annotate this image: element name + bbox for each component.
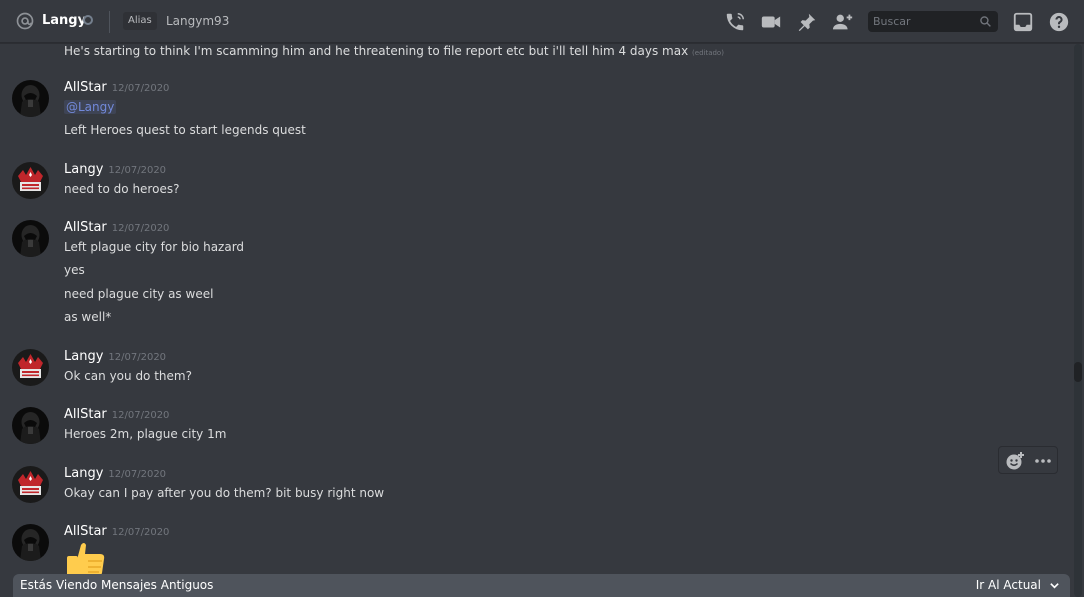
alias-tag: Alias [123,12,157,30]
message-timestamp: 12/07/2020 [108,469,167,480]
avatar-image [12,524,49,561]
message-text: Left plague city for bio hazard [64,240,245,254]
message-author[interactable]: Langy 12/07/2020 [64,349,166,364]
author-name[interactable]: Langy [64,349,103,364]
message-text: Okay can I pay after you do them? bit bu… [64,486,385,500]
inbox-icon[interactable] [1012,11,1034,33]
message-timestamp: 12/07/2020 [111,410,170,421]
search-icon [980,16,991,27]
message-text: Left Heroes quest to start legends quest [64,123,306,137]
header-divider [109,11,110,33]
author-name[interactable]: AllStar [64,407,107,422]
message-content: He's starting to think I'm scamming him … [64,44,689,58]
old-messages-bar: Estás Viendo Mensajes Antiguos Ir Al Act… [13,574,1070,597]
search-box[interactable] [868,11,998,32]
scrollbar-track[interactable] [1074,44,1082,597]
at-icon [16,12,34,30]
help-icon[interactable] [1048,11,1070,33]
thumbs-up-icon [67,543,105,577]
add-friend-icon[interactable] [832,11,854,33]
avatar-image [12,466,49,503]
author-name[interactable]: AllStar [64,524,107,539]
avatar-langy[interactable] [12,349,49,386]
message-text: need to do heroes? [64,182,180,196]
author-name[interactable]: Langy [64,162,103,177]
video-icon[interactable] [760,11,782,33]
avatar-langy[interactable] [12,162,49,199]
alias-value: Langym93 [166,14,230,28]
message-author[interactable]: AllStar 12/07/2020 [64,220,169,235]
author-name[interactable]: Langy [64,466,103,481]
status-offline-icon [83,15,93,25]
edited-label: (editado) [692,49,724,57]
pin-icon[interactable] [796,11,818,33]
message-timestamp: 12/07/2020 [108,352,167,363]
message-text: as well* [64,310,112,324]
message-author[interactable]: Langy 12/07/2020 [64,162,166,177]
avatar-allstar[interactable] [12,80,49,117]
message-text: @Langy [64,100,117,114]
message-list[interactable]: He's starting to think I'm scamming him … [0,44,1070,597]
message-author[interactable]: Langy 12/07/2020 [64,466,166,481]
message-author[interactable]: AllStar 12/07/2020 [64,80,169,95]
avatar-image [12,80,49,117]
chevron-down-icon[interactable] [1049,580,1060,591]
user-mention[interactable]: @Langy [64,100,117,114]
message-timestamp: 12/07/2020 [111,527,170,538]
message-text: yes [64,263,85,277]
author-name[interactable]: AllStar [64,220,107,235]
scrollbar-thumb[interactable] [1074,362,1082,382]
avatar-image [12,162,49,199]
avatar-allstar[interactable] [12,220,49,257]
message-timestamp: 12/07/2020 [111,83,170,94]
message-text: Heroes 2m, plague city 1m [64,427,227,441]
avatar-image [12,349,49,386]
avatar-allstar[interactable] [12,407,49,444]
avatar-langy[interactable] [12,466,49,503]
message-text: He's starting to think I'm scamming him … [64,44,724,58]
jump-to-present-button[interactable]: Ir Al Actual [976,578,1041,592]
channel-header: Langy Alias Langym93 [0,0,1084,43]
message-text: Ok can you do them? [64,369,192,383]
message-text: need plague city as weel [64,287,214,301]
avatar-allstar[interactable] [12,524,49,561]
message-author[interactable]: AllStar 12/07/2020 [64,407,169,422]
add-reaction-icon[interactable] [1004,450,1026,472]
avatar-image [12,407,49,444]
message-timestamp: 12/07/2020 [111,223,170,234]
message-actions-toolbar [998,446,1058,474]
old-messages-label: Estás Viendo Mensajes Antiguos [20,578,214,592]
more-options-icon[interactable] [1032,450,1054,472]
call-icon[interactable] [724,11,746,33]
message-author[interactable]: AllStar 12/07/2020 [64,524,169,539]
author-name[interactable]: AllStar [64,80,107,95]
dm-user-name[interactable]: Langy [42,13,86,28]
search-input[interactable] [868,11,976,32]
message-timestamp: 12/07/2020 [108,165,167,176]
avatar-image [12,220,49,257]
